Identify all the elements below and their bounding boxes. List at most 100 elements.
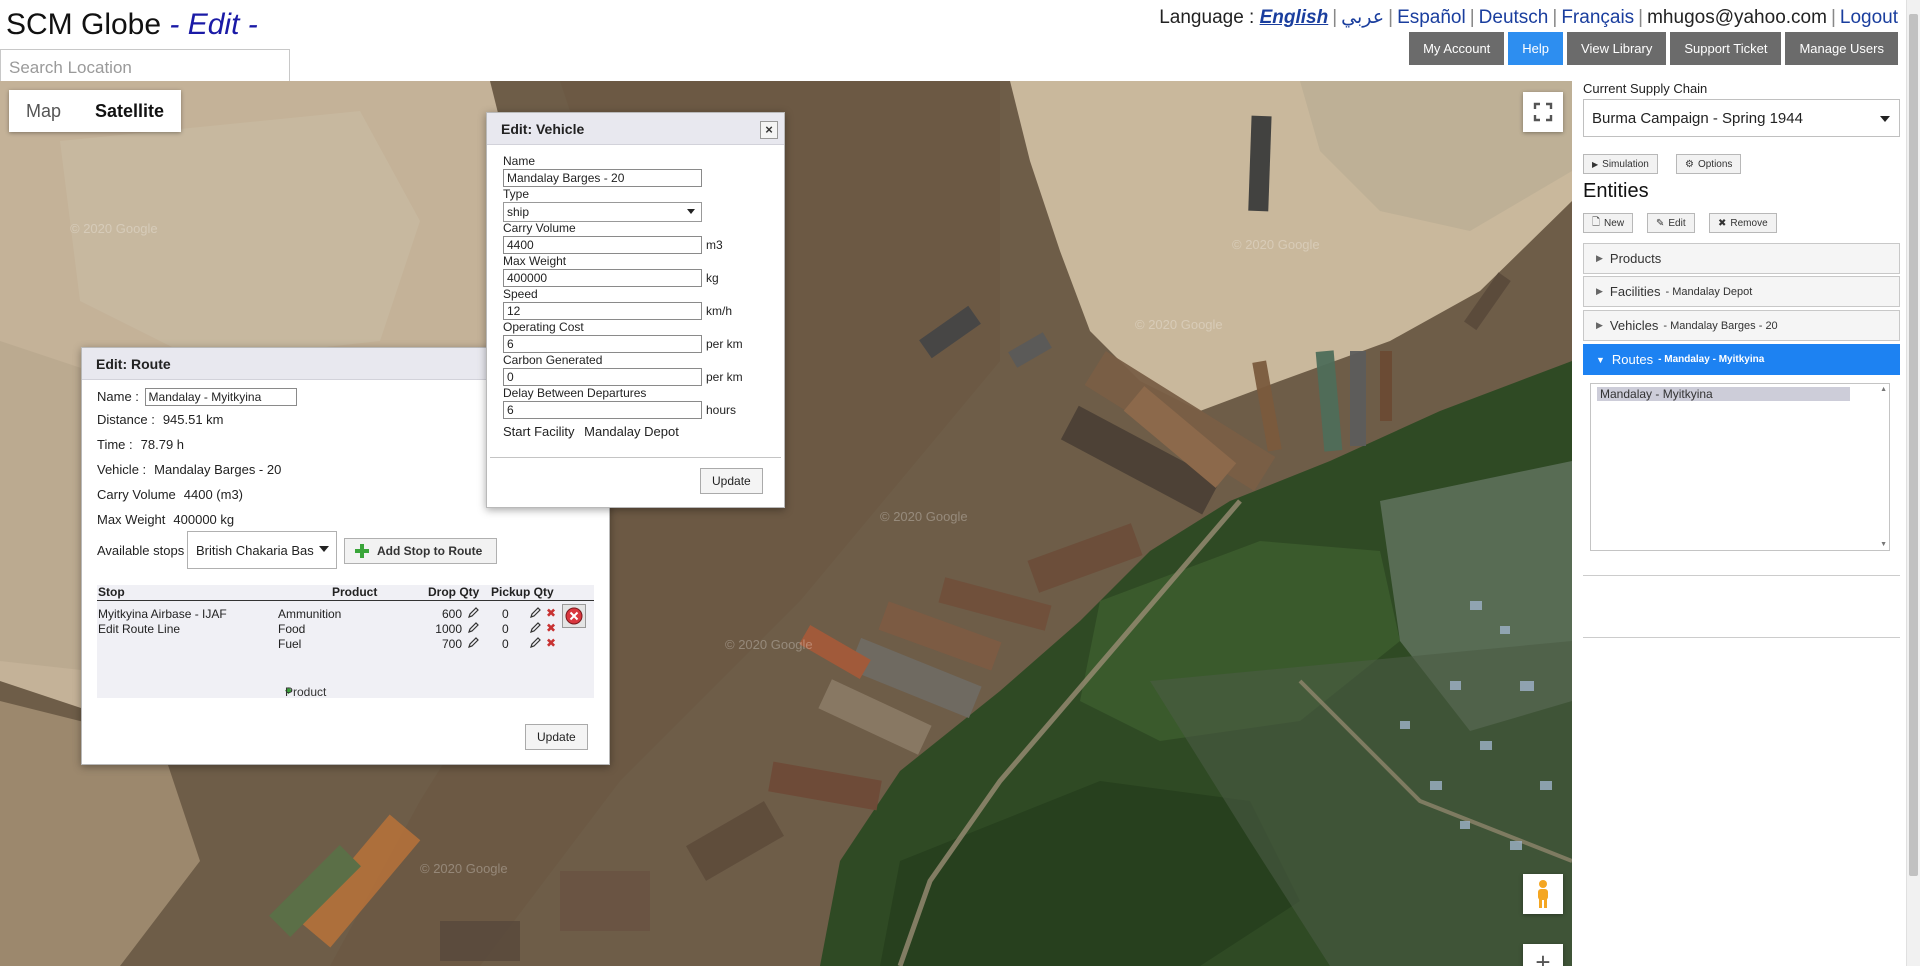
new-entity-button[interactable]: 🗋 New: [1583, 213, 1634, 233]
supply-chain-select[interactable]: Burma Campaign - Spring 1944: [1583, 99, 1900, 137]
chevron-down-icon: ▼: [1596, 354, 1605, 365]
lang-english[interactable]: English: [1260, 7, 1329, 28]
accordion-routes[interactable]: ▼ Routes - Mandalay - Myitkyina: [1583, 344, 1900, 375]
scrollbar-thumb[interactable]: [1909, 14, 1918, 876]
delay-input[interactable]: [503, 401, 702, 419]
page-scrollbar[interactable]: [1906, 0, 1920, 966]
max-weight-input[interactable]: [503, 269, 702, 287]
col-stop: Stop: [98, 585, 125, 599]
accordion-products[interactable]: ▶ Products: [1583, 243, 1900, 274]
unit-label: per km: [706, 337, 743, 351]
divider: [1583, 575, 1900, 576]
delete-product-icon[interactable]: ✖: [546, 636, 556, 650]
start-facility-value: Mandalay Depot: [584, 424, 679, 439]
simulation-button[interactable]: ▶ Simulation: [1583, 154, 1658, 174]
available-stops-select[interactable]: British Chakaria Bas: [187, 531, 337, 569]
route-carry-volume-row: Carry Volume 4400 (m3): [97, 487, 243, 502]
current-supply-chain-label: Current Supply Chain: [1583, 81, 1708, 96]
chevron-right-icon: ▶: [1596, 320, 1603, 330]
accordion-label: Routes: [1611, 352, 1654, 367]
remove-stop-button[interactable]: [562, 604, 586, 628]
accordion-label: Products: [1609, 251, 1662, 266]
street-view-button[interactable]: [1523, 874, 1563, 914]
vehicle-name-input[interactable]: [503, 169, 702, 187]
options-button[interactable]: ⚙ Options: [1676, 154, 1742, 174]
manage-users-button[interactable]: Manage Users: [1785, 32, 1898, 65]
view-library-button[interactable]: View Library: [1567, 32, 1667, 65]
carry-volume-input[interactable]: [503, 236, 702, 254]
map-type-satellite[interactable]: Satellite: [78, 90, 181, 132]
fullscreen-button[interactable]: [1523, 92, 1563, 132]
carbon-input[interactable]: [503, 368, 702, 386]
my-account-button[interactable]: My Account: [1409, 32, 1505, 65]
language-bar: Language : English | عربي | Español | Deutsch |…: [1159, 7, 1898, 28]
remove-label: Remove: [1730, 217, 1768, 229]
unit-label: m3: [706, 238, 723, 252]
map-type-map[interactable]: Map: [9, 90, 78, 132]
scroll-down-icon[interactable]: ▼: [1880, 541, 1887, 548]
zoom-in-button[interactable]: +: [1523, 944, 1563, 966]
lang-arabic[interactable]: عربي: [1341, 7, 1384, 28]
logout-link[interactable]: Logout: [1840, 7, 1898, 28]
map-watermark: © 2020 Google: [420, 861, 508, 876]
list-item[interactable]: Mandalay - Myitkyina: [1597, 387, 1850, 401]
add-stop-label: Add Stop to Route: [377, 544, 483, 558]
edit-label: Edit: [1668, 217, 1686, 229]
pegman-icon: [1538, 880, 1548, 908]
map-watermark: © 2020 Google: [1135, 317, 1223, 332]
options-label: Options: [1697, 158, 1733, 170]
col-drop-qty: Drop Qty: [428, 585, 480, 599]
col-product: Product: [332, 585, 378, 599]
route-name-input[interactable]: [144, 388, 297, 406]
lang-deutsch[interactable]: Deutsch: [1479, 7, 1549, 28]
accordion-vehicles[interactable]: ▶ Vehicles - Mandalay Barges - 20: [1583, 310, 1900, 341]
update-vehicle-button[interactable]: Update: [700, 468, 763, 494]
lang-espanol[interactable]: Español: [1397, 7, 1466, 28]
edit-drop-icon[interactable]: [467, 622, 479, 637]
edit-pickup-icon[interactable]: [529, 637, 541, 652]
operating-cost-input[interactable]: [503, 335, 702, 353]
add-product-label: Product: [285, 685, 327, 699]
delete-product-icon[interactable]: ✖: [546, 606, 556, 620]
chevron-right-icon: ▶: [1596, 286, 1603, 296]
remove-entity-button[interactable]: ✖ Remove: [1709, 213, 1777, 233]
update-route-button[interactable]: Update: [525, 724, 588, 750]
mode-label: - Edit -: [169, 8, 258, 41]
accordion-facilities[interactable]: ▶ Facilities - Mandalay Depot: [1583, 276, 1900, 307]
help-button[interactable]: Help: [1508, 32, 1564, 65]
edit-drop-icon[interactable]: [467, 637, 479, 652]
brand-name: SCM Globe: [6, 8, 162, 41]
field-label: Speed: [503, 287, 538, 301]
available-stops-label: Available stops: [97, 543, 185, 558]
unit-label: per km: [706, 370, 743, 384]
play-icon: ▶: [1592, 159, 1599, 169]
edit-drop-icon[interactable]: [467, 607, 479, 622]
edit-vehicle-dialog: Edit: Vehicle × Name Type ship Carry Vol…: [486, 112, 785, 508]
new-label: New: [1604, 217, 1625, 229]
delete-product-icon[interactable]: ✖: [546, 621, 556, 635]
unit-label: km/h: [706, 304, 733, 318]
x-icon: ✖: [1718, 217, 1727, 229]
lang-francais[interactable]: Français: [1561, 7, 1634, 28]
vehicle-type-select[interactable]: ship: [503, 202, 702, 222]
speed-input[interactable]: [503, 302, 702, 320]
drop-qty: 600: [441, 607, 462, 621]
available-stops-value: British Chakaria Bas: [196, 542, 314, 558]
fullscreen-icon: [1533, 102, 1553, 122]
route-distance-row: Distance : 945.51 km: [97, 412, 224, 427]
support-ticket-button[interactable]: Support Ticket: [1670, 32, 1782, 65]
edit-route-line-link[interactable]: Edit Route Line: [98, 622, 180, 636]
edit-entity-button[interactable]: ✎ Edit: [1647, 213, 1695, 233]
routes-list[interactable]: Mandalay - Myitkyina ▲ ▼: [1590, 383, 1890, 551]
vehicle-value: Mandalay Barges - 20: [154, 462, 282, 477]
edit-pickup-icon[interactable]: [529, 607, 541, 622]
field-label: Delay Between Departures: [503, 386, 647, 400]
add-stop-button[interactable]: Add Stop to Route: [344, 538, 498, 564]
divider: [1583, 637, 1900, 638]
scroll-up-icon[interactable]: ▲: [1880, 386, 1887, 393]
edit-pickup-icon[interactable]: [529, 622, 541, 637]
map-type-control: Map Satellite: [9, 90, 182, 132]
close-icon[interactable]: ×: [760, 121, 778, 139]
file-icon: 🗋: [1592, 216, 1601, 228]
pickup-qty: 0: [502, 607, 509, 621]
